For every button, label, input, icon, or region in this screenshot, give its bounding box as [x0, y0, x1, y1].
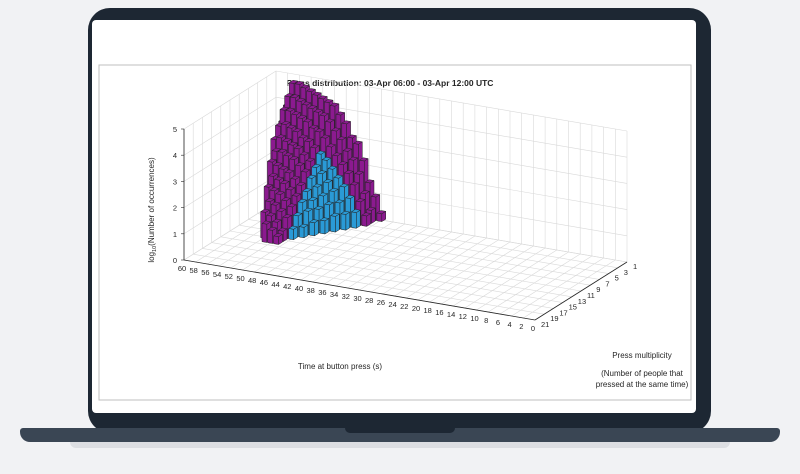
y-tick-label: 21 — [541, 320, 549, 329]
bar-layer — [260, 79, 386, 245]
z-tick-label: 2 — [173, 204, 177, 213]
bar-front-face — [330, 215, 336, 233]
bar-column — [330, 212, 340, 233]
bar-side-face — [345, 211, 350, 231]
x-tick-label: 10 — [470, 314, 478, 323]
z-tick-label: 5 — [173, 125, 177, 134]
x-tick-label: 58 — [190, 266, 198, 275]
y-tick-label: 19 — [550, 314, 558, 323]
bar-front-face — [361, 214, 368, 227]
bar-front-face — [273, 235, 279, 245]
z-tick-label: 1 — [173, 230, 177, 239]
y-tick-label: 17 — [559, 308, 567, 317]
x-tick-label: 40 — [295, 284, 303, 293]
bar-column — [298, 223, 309, 239]
figure-border — [98, 64, 692, 401]
x-tick-label: 36 — [318, 288, 326, 297]
x-tick-label: 8 — [484, 316, 488, 325]
z-axis-label: log10(Number of occurrences) — [147, 157, 158, 263]
x-tick-label: 18 — [424, 306, 432, 315]
bar-column — [340, 210, 350, 231]
bar-side-face — [335, 213, 340, 233]
x-tick-label: 14 — [447, 310, 455, 319]
x-tick-label: 26 — [377, 298, 385, 307]
y-tick-label: 13 — [578, 297, 586, 306]
bar-column — [273, 233, 283, 245]
bar-column — [309, 219, 319, 237]
bar-column — [288, 225, 298, 240]
bar-column — [351, 209, 361, 229]
x-axis-label: Time at button press (s) — [298, 362, 383, 371]
y-tick-label: 11 — [587, 291, 595, 300]
x-tick-label: 38 — [307, 286, 315, 295]
bar-front-face — [309, 221, 315, 237]
x-tick-label: 30 — [353, 294, 361, 303]
y-axis-label-line1: Press multiplicity — [612, 351, 672, 360]
chart-title: Press distribution: 03-Apr 06:00 - 03-Ap… — [287, 78, 494, 88]
bar-column — [319, 217, 330, 235]
bar-front-face — [340, 213, 347, 231]
x-tick-label: 60 — [178, 264, 186, 273]
bar-front-face — [267, 229, 273, 244]
x-tick-label: 54 — [213, 270, 221, 279]
bar-column — [376, 210, 386, 222]
x-tick-label: 16 — [435, 308, 443, 317]
x-tick-label: 4 — [508, 320, 512, 329]
x-tick-label: 48 — [248, 276, 256, 285]
x-tick-label: 20 — [412, 304, 420, 313]
y-tick-label: 3 — [624, 268, 628, 277]
x-tick-label: 0 — [531, 324, 535, 333]
laptop-screen: Press distribution: 03-Apr 06:00 - 03-Ap… — [92, 20, 696, 413]
y-axis-label-line2: (Number of people that — [601, 369, 684, 378]
z-tick-label: 3 — [173, 177, 177, 186]
bar-front-face — [351, 211, 357, 229]
bar-front-face — [376, 212, 383, 222]
y-tick-label: 5 — [615, 274, 619, 283]
x-tick-label: 46 — [260, 278, 268, 287]
x-tick-label: 24 — [388, 300, 396, 309]
y-tick-label: 7 — [605, 279, 609, 288]
x-tick-label: 52 — [225, 272, 233, 281]
x-tick-label: 28 — [365, 296, 373, 305]
bar-front-face — [261, 223, 268, 243]
bar-column — [361, 212, 371, 227]
x-tick-label: 12 — [459, 312, 467, 321]
z-tick-label: 4 — [173, 151, 177, 160]
x-tick-label: 56 — [201, 268, 209, 277]
press-distribution-chart: Press distribution: 03-Apr 06:00 - 03-Ap… — [98, 64, 692, 401]
z-axis-label-log: log — [147, 252, 156, 263]
y-tick-label: 1 — [633, 262, 637, 271]
bar-front-face — [288, 228, 294, 240]
x-tick-label: 34 — [330, 290, 338, 299]
x-tick-label: 32 — [342, 292, 350, 301]
x-tick-label: 2 — [519, 322, 523, 331]
x-tick-label: 42 — [283, 282, 291, 291]
x-tick-label: 50 — [236, 274, 244, 283]
z-axis-label-text: (Number of occurrences) — [147, 157, 156, 246]
x-tick-label: 44 — [271, 280, 279, 289]
x-tick-label: 6 — [496, 318, 500, 327]
y-tick-label: 9 — [596, 285, 600, 294]
y-tick-label: 15 — [569, 303, 577, 312]
x-tick-label: 22 — [400, 302, 408, 311]
bar-front-face — [319, 219, 326, 235]
z-tick-label: 0 — [173, 256, 177, 265]
bar-side-face — [356, 209, 361, 229]
laptop-hinge-notch — [345, 428, 455, 433]
bar-front-face — [298, 226, 305, 239]
laptop-base-shadow — [70, 442, 730, 448]
y-axis-label-line3: pressed at the same time) — [596, 380, 689, 389]
